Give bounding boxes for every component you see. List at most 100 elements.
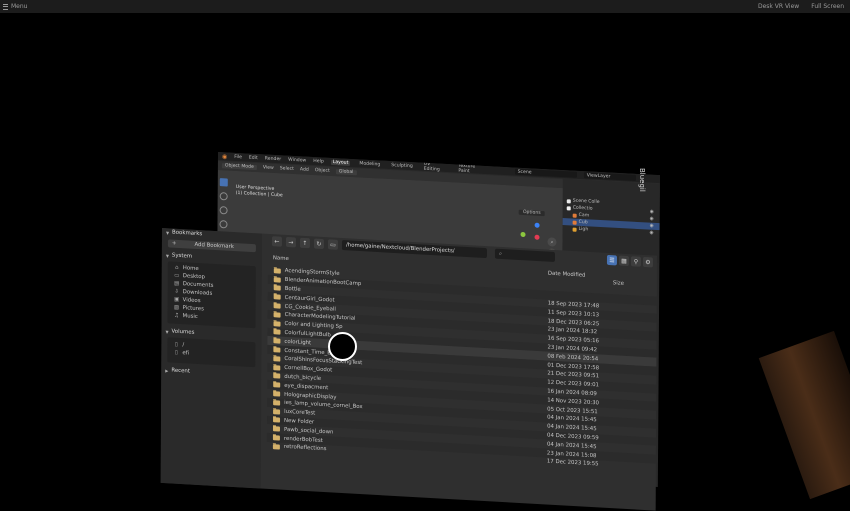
menu-file[interactable]: File [234, 154, 242, 159]
z-axis-icon[interactable] [534, 222, 540, 228]
zoom-icon[interactable]: ⌕ [547, 237, 557, 247]
forward-arrow-icon[interactable]: → [285, 236, 296, 248]
rotate-tool-icon[interactable] [219, 220, 228, 229]
outliner-label: Ligh [578, 226, 589, 233]
file-date: 17 Dec 2023 19:55 [546, 458, 599, 468]
search-input[interactable]: ⌕ [494, 248, 555, 262]
folder-icon [273, 373, 281, 380]
x-axis-icon[interactable] [534, 234, 540, 240]
mesh-icon [572, 220, 577, 225]
desk-vr-view-button[interactable]: Desk VR View [758, 3, 799, 10]
tab-sculpting[interactable]: Sculpting [389, 162, 414, 169]
folder-icon [273, 294, 281, 300]
options-button[interactable]: Options [518, 209, 545, 217]
picture-icon: ▨ [174, 304, 180, 311]
background-furniture [758, 330, 850, 500]
sidebar-item-label: / [182, 342, 185, 349]
volumes-title: Volumes [171, 328, 195, 336]
object-menu[interactable]: Object [315, 168, 330, 174]
folder-icon [273, 303, 281, 309]
menu-help[interactable]: Help [313, 158, 324, 164]
back-arrow-icon[interactable]: ← [271, 236, 282, 247]
file-name: luxCoreTest [284, 408, 316, 417]
cursor-tool-icon[interactable] [219, 192, 228, 201]
folder-icon [273, 382, 281, 388]
sidebar-item-label: efi [182, 350, 190, 357]
sidebar-item-label: Desktop [182, 273, 206, 281]
file-browser-main: ← → ↑ ↻ ▭ /home/gaine/Nextcloud/BlenderP… [266, 234, 657, 511]
mode-dropdown[interactable]: Object Mode [221, 163, 257, 171]
expand-arrow-icon: ▼ [165, 252, 169, 258]
column-name[interactable]: Name [273, 255, 289, 262]
settings-gear-icon[interactable]: ⚙ [642, 256, 653, 268]
folder-icon [273, 329, 281, 336]
list-view-icon[interactable]: ☰ [606, 254, 617, 266]
column-date-modified[interactable]: Date Modified [548, 270, 586, 278]
disk-icon: ▯ [174, 341, 178, 348]
folder-icon [273, 400, 281, 406]
sidebar-item-label: Pictures [182, 305, 204, 313]
folder-icon [273, 391, 281, 397]
folder-icon [273, 338, 281, 344]
vr-pointer-cursor [328, 332, 357, 361]
music-icon: ♫ [174, 312, 179, 319]
filter-icon[interactable]: ⚲ [630, 256, 641, 267]
menu-edit[interactable]: Edit [249, 155, 258, 160]
scene-collection-icon [566, 198, 571, 203]
volumes-list: ▯ / ▯ efi [167, 337, 256, 368]
orientation-dropdown[interactable]: Global [335, 169, 357, 176]
side-panel-label: Bluegil [638, 168, 646, 192]
sidebar-item-label: Home [182, 265, 199, 273]
hamburger-icon [3, 3, 8, 10]
folder-icon [272, 426, 280, 432]
system-list: ⌂ Home ▭ Desktop ▤ Documents ⇩ Downloads ▣ Vi… [167, 261, 256, 329]
blender-logo-icon[interactable]: ◉ [222, 153, 227, 160]
disk-icon: ▯ [174, 349, 178, 356]
outliner-label: Cub [578, 219, 588, 226]
expand-arrow-icon: ▼ [165, 328, 169, 334]
home-icon: ⌂ [175, 264, 179, 271]
collection-icon [566, 205, 571, 210]
collection-label: (1) Collection | Cube [235, 190, 283, 199]
tool-shelf [219, 178, 228, 229]
visibility-eye-icon[interactable]: ◉ [650, 231, 654, 236]
refresh-icon[interactable]: ↻ [313, 238, 324, 250]
add-menu[interactable]: Add [300, 167, 309, 172]
navigation-gizmo[interactable] [516, 220, 542, 247]
sidebar-item-label: Music [182, 313, 198, 321]
recent-title: Recent [171, 367, 190, 375]
file-name: Bottle [284, 285, 301, 293]
y-axis-icon[interactable] [520, 231, 526, 238]
grid-view-icon[interactable]: ▦ [618, 255, 629, 267]
visibility-eye-icon[interactable]: ◉ [650, 224, 654, 229]
full-screen-button[interactable]: Full Screen [811, 3, 844, 10]
expand-arrow-icon: ▼ [165, 229, 170, 235]
visibility-eye-icon[interactable]: ◉ [650, 217, 654, 222]
select-tool-icon[interactable] [219, 178, 228, 187]
move-tool-icon[interactable] [219, 206, 228, 215]
new-folder-icon[interactable]: ▭ [327, 239, 338, 250]
tab-modeling[interactable]: Modeling [357, 161, 382, 167]
folder-icon [272, 444, 280, 450]
documents-icon: ▤ [174, 280, 180, 287]
tab-layout[interactable]: Layout [330, 159, 351, 166]
visibility-eye-icon[interactable]: ◉ [650, 210, 654, 215]
recent-header[interactable]: ▶ Recent [161, 366, 261, 380]
folder-icon [273, 408, 281, 415]
menu-button[interactable]: Menu [0, 3, 27, 10]
bookmarks-title: Bookmarks [172, 229, 203, 238]
file-browser-sidebar: ▼ Bookmarks + Add Bookmark ▼ System ⌂ Hom… [160, 228, 262, 489]
folder-icon [273, 285, 281, 292]
menu-window[interactable]: Window [288, 157, 306, 163]
add-bookmark-button[interactable]: + Add Bookmark [167, 239, 256, 253]
viewport-info: User Perspective (1) Collection | Cube [236, 185, 283, 199]
menu-render[interactable]: Render [265, 156, 281, 162]
parent-dir-icon[interactable]: ↑ [299, 237, 310, 249]
search-icon: ⌕ [498, 250, 503, 257]
folder-icon [273, 320, 281, 327]
light-icon [572, 227, 577, 232]
view-menu[interactable]: View [263, 165, 274, 171]
select-menu[interactable]: Select [280, 166, 294, 172]
folder-icon [273, 347, 281, 353]
file-browser-dialog: ▼ Bookmarks + Add Bookmark ▼ System ⌂ Hom… [160, 228, 657, 511]
